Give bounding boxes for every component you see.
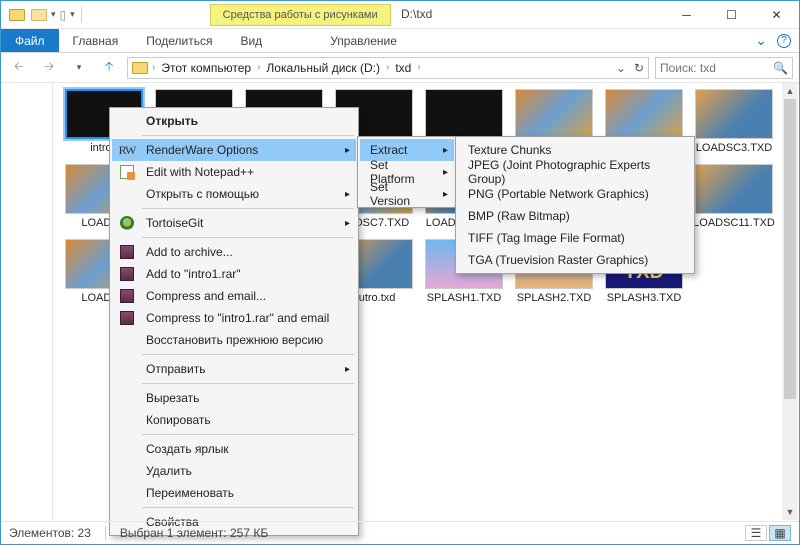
file-thumbnail xyxy=(605,89,683,139)
ctx-png[interactable]: PNG (Portable Network Graphics) xyxy=(458,183,692,205)
quick-access-toolbar: ▾ ▯ ▾ xyxy=(31,8,75,22)
crumb-folder[interactable]: txd xyxy=(393,61,413,75)
ctx-delete[interactable]: Удалить xyxy=(112,460,356,482)
file-label: SPLASH2.TXD xyxy=(517,292,592,304)
winrar-icon xyxy=(120,289,134,303)
ribbon-tab-home[interactable]: Главная xyxy=(59,29,133,52)
title-bar: ▾ ▯ ▾ Средства работы с рисунками D:\txd… xyxy=(1,1,799,29)
qat-properties-icon[interactable] xyxy=(31,9,47,21)
file-item[interactable]: LOADSC11.TXD xyxy=(693,164,775,229)
file-thumbnail xyxy=(695,164,773,214)
ctx-rename[interactable]: Переименовать xyxy=(112,482,356,504)
submenu-renderware: Extract▸ Set Platform▸ Set Version▸ xyxy=(357,136,457,208)
scroll-up-button[interactable]: ▲ xyxy=(782,83,798,99)
ribbon-tab-manage[interactable]: Управление xyxy=(316,29,411,52)
search-box[interactable]: 🔍 xyxy=(655,57,793,79)
scroll-down-button[interactable]: ▼ xyxy=(782,504,798,520)
submenu-extract: Texture Chunks JPEG (Joint Photographic … xyxy=(455,136,695,274)
file-thumbnail xyxy=(695,89,773,139)
qat-new-icon[interactable]: ▯ xyxy=(60,8,67,22)
ctx-bmp[interactable]: BMP (Raw Bitmap) xyxy=(458,205,692,227)
ctx-restore-prev[interactable]: Восстановить прежнюю версию xyxy=(112,329,356,351)
context-menu: Открыть RWRenderWare Options▸ Edit with … xyxy=(109,107,359,536)
ribbon: Файл Главная Поделиться Вид Управление ⌄… xyxy=(1,29,799,53)
ctx-tiff[interactable]: TIFF (Tag Image File Format) xyxy=(458,227,692,249)
winrar-icon xyxy=(120,311,134,325)
close-button[interactable]: ✕ xyxy=(754,1,799,29)
search-icon: 🔍 xyxy=(773,61,788,75)
ribbon-tab-view[interactable]: Вид xyxy=(226,29,276,52)
file-label: LOADSC3.TXD xyxy=(696,142,772,154)
search-input[interactable] xyxy=(660,61,773,75)
address-icon xyxy=(132,62,148,74)
app-icon xyxy=(9,9,25,21)
ribbon-expand-icon[interactable]: ⌄ xyxy=(755,32,767,49)
ctx-add-archive[interactable]: Add to archive... xyxy=(112,241,356,263)
tortoisegit-icon xyxy=(120,216,134,230)
ctx-send-to[interactable]: Отправить▸ xyxy=(112,358,356,380)
file-label: outro.txd xyxy=(353,292,396,304)
file-label: SPLASH3.TXD xyxy=(607,292,682,304)
address-field[interactable]: › Этот компьютер › Локальный диск (D:) ›… xyxy=(127,57,649,79)
status-selection: Выбран 1 элемент: 257 КБ xyxy=(120,526,268,540)
winrar-icon xyxy=(120,267,134,281)
ctx-tga[interactable]: TGA (Truevision Raster Graphics) xyxy=(458,249,692,271)
ctx-open-with[interactable]: Открыть с помощью▸ xyxy=(112,183,356,205)
ctx-open[interactable]: Открыть xyxy=(112,110,356,132)
ctx-set-version[interactable]: Set Version▸ xyxy=(360,183,454,205)
file-item[interactable]: LOADSC3.TXD xyxy=(693,89,775,154)
recent-dropdown[interactable]: ▾ xyxy=(67,56,91,80)
ctx-add-to-rar[interactable]: Add to "intro1.rar" xyxy=(112,263,356,285)
address-dropdown-icon[interactable]: ⌄ xyxy=(616,61,626,75)
ctx-cut[interactable]: Вырезать xyxy=(112,387,356,409)
ribbon-help-icon[interactable]: ? xyxy=(777,34,791,48)
minimize-button[interactable]: ─ xyxy=(664,1,709,29)
view-thumbnails-button[interactable]: ▦ xyxy=(769,525,791,541)
ctx-notepadpp[interactable]: Edit with Notepad++ xyxy=(112,161,356,183)
ctx-renderware[interactable]: RWRenderWare Options▸ xyxy=(112,139,356,161)
up-button[interactable]: 🡡 xyxy=(97,56,121,80)
ctx-tortoisegit[interactable]: TortoiseGit▸ xyxy=(112,212,356,234)
status-count-label: Элементов: 23 xyxy=(9,526,91,540)
notepadpp-icon xyxy=(120,165,134,179)
ctx-copy[interactable]: Копировать xyxy=(112,409,356,431)
status-bar: Элементов: 23 Выбран 1 элемент: 257 КБ ☰… xyxy=(1,521,799,544)
maximize-button[interactable]: ☐ xyxy=(709,1,754,29)
back-button[interactable]: 🡠 xyxy=(7,56,31,80)
view-details-button[interactable]: ☰ xyxy=(745,525,767,541)
vertical-scrollbar[interactable]: ▲ ▼ xyxy=(782,83,798,520)
file-thumbnail xyxy=(425,89,503,139)
ctx-jpeg[interactable]: JPEG (Joint Photographic Experts Group) xyxy=(458,161,692,183)
window-title: D:\txd xyxy=(401,7,432,21)
renderware-icon: RW xyxy=(119,143,136,158)
ribbon-tab-share[interactable]: Поделиться xyxy=(132,29,226,52)
file-label: SPLASH1.TXD xyxy=(427,292,502,304)
refresh-icon[interactable]: ↻ xyxy=(634,61,644,75)
address-bar: 🡠 🡢 ▾ 🡡 › Этот компьютер › Локальный дис… xyxy=(1,53,799,83)
crumb-drive[interactable]: Локальный диск (D:) xyxy=(264,61,382,75)
crumb-this-pc[interactable]: Этот компьютер xyxy=(159,61,253,75)
nav-pane[interactable] xyxy=(1,83,53,520)
ctx-compress-rar-email[interactable]: Compress to "intro1.rar" and email xyxy=(112,307,356,329)
qat-customize-icon[interactable]: ▾ xyxy=(70,9,75,20)
file-label: LOADSC11.TXD xyxy=(693,217,775,229)
ribbon-context-title: Средства работы с рисунками xyxy=(210,4,391,26)
qat-dropdown-icon[interactable]: ▾ xyxy=(51,9,56,20)
ribbon-file-tab[interactable]: Файл xyxy=(1,29,59,52)
forward-button[interactable]: 🡢 xyxy=(37,56,61,80)
ctx-compress-email[interactable]: Compress and email... xyxy=(112,285,356,307)
scroll-thumb[interactable] xyxy=(784,99,796,399)
file-thumbnail xyxy=(515,89,593,139)
ctx-create-shortcut[interactable]: Создать ярлык xyxy=(112,438,356,460)
winrar-icon xyxy=(120,245,134,259)
